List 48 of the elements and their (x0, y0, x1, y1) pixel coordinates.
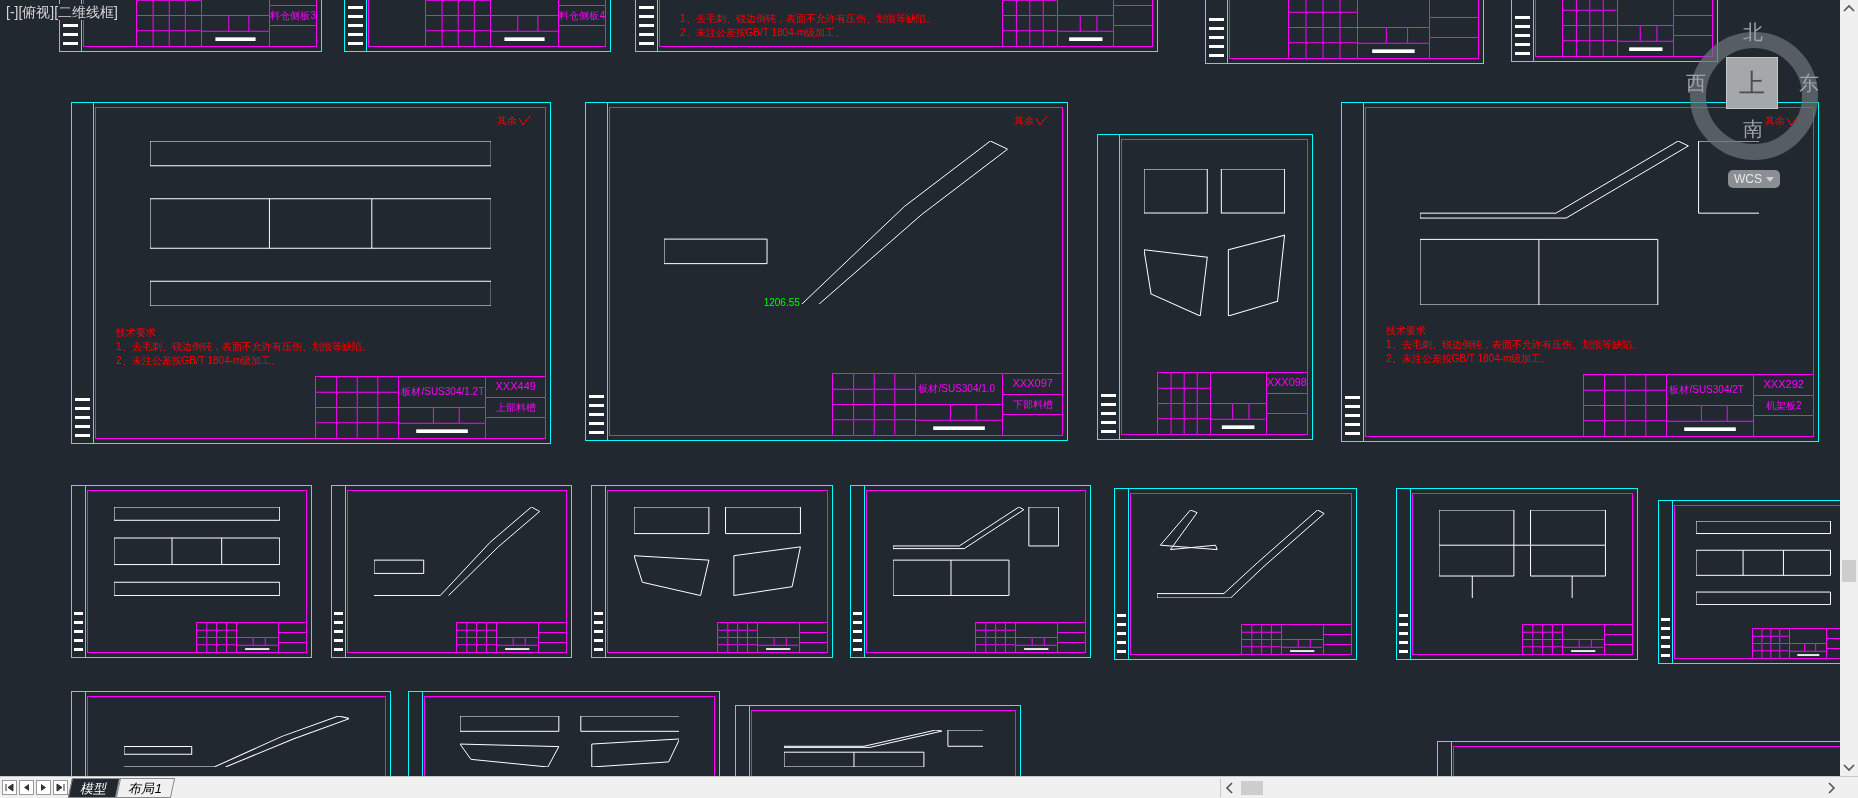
technical-note: 技术要求 (1386, 326, 1427, 336)
part-name: 料仓侧板3 (270, 10, 316, 21)
part-name: 料仓侧板4 (559, 10, 605, 21)
layout-tab[interactable]: 布局1 (115, 778, 176, 798)
viewport-label[interactable]: [-][俯视][二维线框] (4, 4, 120, 20)
previous-tab-icon[interactable] (19, 780, 34, 795)
caret-icon (1766, 176, 1774, 182)
material-text: 板材/SUS304/1.2T (401, 386, 485, 397)
viewcube-top-face[interactable]: 上 (1726, 57, 1778, 109)
technical-note: 2、未注公差按GB/T 1804-m级加工。 (116, 356, 283, 366)
scroll-down-icon[interactable] (1843, 764, 1855, 772)
scroll-left-icon[interactable] (1225, 781, 1233, 794)
next-tab-icon[interactable] (36, 780, 51, 795)
scroll-thumb[interactable] (1241, 780, 1263, 795)
drawing-number: XXX449 (495, 381, 536, 393)
drawing-number: XXX292 (1763, 379, 1804, 391)
scroll-up-icon[interactable] (1843, 4, 1855, 12)
east-label[interactable]: 东 (1799, 73, 1819, 93)
technical-note: 1、去毛刺、锐边倒钝，表面不允许有压伤、划痕等缺陷。 (680, 14, 936, 24)
roughness-note: 其余 (1014, 116, 1034, 126)
material-text: 板材/SUS304/1.0 (918, 383, 996, 394)
scroll-thumb[interactable] (1842, 560, 1856, 582)
last-tab-icon[interactable] (53, 780, 68, 795)
layout-tab[interactable]: 模型 (67, 778, 121, 798)
technical-note: 1、去毛刺、锐边倒钝，表面不允许有压伤、划痕等缺陷。 (1386, 340, 1642, 350)
roughness-symbol-icon (1036, 116, 1048, 126)
roughness-symbol-icon (1787, 116, 1799, 126)
roughness-symbol-icon (519, 116, 531, 126)
west-label[interactable]: 西 (1686, 73, 1706, 93)
dimension-label: 1206.55 (763, 297, 800, 308)
vertical-scrollbar[interactable] (1840, 0, 1858, 776)
scroll-right-icon[interactable] (1828, 781, 1836, 794)
roughness-note: 其余 (1765, 116, 1785, 126)
material-text: 板材/SUS304/2T (1669, 384, 1744, 395)
drawing-number: XXX098 (1266, 377, 1307, 389)
technical-note: 2、未注公差按GB/T 1804-m级加工。 (680, 28, 847, 38)
south-label[interactable]: 南 (1743, 119, 1763, 139)
technical-note: 2、未注公差按GB/T 1804-m级加工。 (1386, 354, 1553, 364)
part-name: 上部料槽 (495, 402, 536, 413)
drawing-number: XXX097 (1012, 378, 1053, 390)
part-name: 下部料槽 (1012, 399, 1053, 410)
roughness-note: 其余 (497, 116, 517, 126)
north-label[interactable]: 北 (1743, 22, 1763, 42)
technical-note: 技术要求 (116, 328, 157, 338)
ucs-menu-button[interactable]: WCS (1728, 170, 1780, 188)
technical-note: 1、去毛刺、锐边倒钝，表面不允许有压伤、划痕等缺陷。 (116, 342, 372, 352)
first-tab-icon[interactable] (2, 780, 17, 795)
part-name: 机架板2 (1765, 400, 1802, 411)
